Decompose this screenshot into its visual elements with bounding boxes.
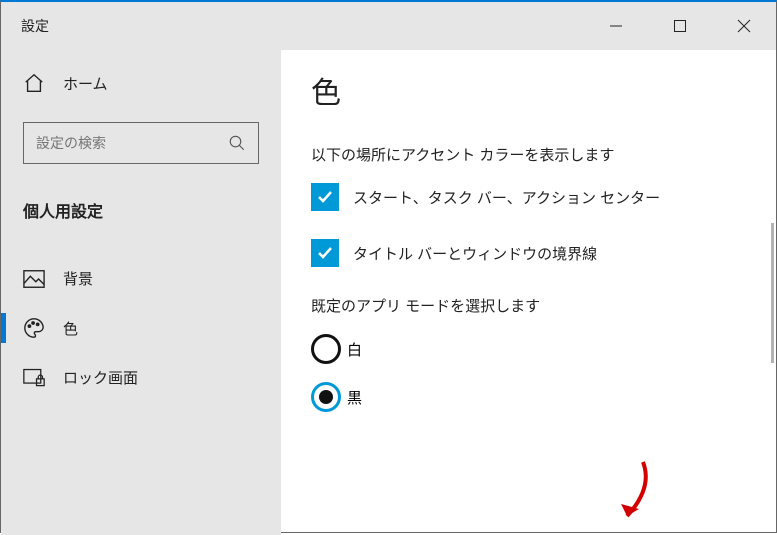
checkbox-label: タイトル バーとウィンドウの境界線 — [353, 243, 597, 264]
lockscreen-icon — [23, 368, 45, 388]
checkbox-icon — [311, 239, 339, 267]
picture-icon — [23, 269, 45, 289]
checkbox-label: スタート、タスク バー、アクション センター — [353, 187, 660, 208]
section-header: 個人用設定 — [1, 184, 281, 236]
page-title: 色 — [311, 68, 746, 112]
window-buttons — [584, 2, 776, 50]
search-input[interactable] — [36, 135, 228, 151]
close-icon — [737, 19, 751, 33]
radio-white[interactable]: 白 — [311, 334, 746, 364]
radio-icon — [311, 382, 341, 412]
titlebar: 設定 — [1, 2, 776, 50]
sidebar-item-lockscreen[interactable]: ロック画面 — [1, 353, 281, 402]
sidebar-item-colors[interactable]: 色 — [1, 303, 281, 353]
scrollbar[interactable] — [771, 223, 774, 363]
minimize-icon — [609, 19, 623, 33]
sidebar-item-label: ロック画面 — [63, 367, 138, 388]
main: 色 以下の場所にアクセント カラーを表示します スタート、タスク バー、アクショ… — [281, 50, 776, 535]
sidebar-item-background[interactable]: 背景 — [1, 254, 281, 303]
nav-list: 背景 色 ロック画面 — [1, 254, 281, 402]
mode-heading: 既定のアプリ モードを選択します — [311, 295, 746, 316]
accent-heading: 以下の場所にアクセント カラーを表示します — [311, 144, 746, 165]
content: ホーム 個人用設定 背景 色 ロック画面 色 以下の場所にアクセント カラーを表… — [1, 50, 776, 535]
annotation-arrow — [621, 458, 661, 528]
radio-label: 白 — [347, 339, 362, 360]
checkbox-start-taskbar[interactable]: スタート、タスク バー、アクション センター — [311, 183, 746, 211]
home-link[interactable]: ホーム — [1, 58, 281, 108]
sidebar-item-label: 背景 — [63, 268, 93, 289]
close-button[interactable] — [712, 2, 776, 50]
checkbox-icon — [311, 183, 339, 211]
radio-label: 黒 — [347, 387, 362, 408]
checkbox-titlebar[interactable]: タイトル バーとウィンドウの境界線 — [311, 239, 746, 267]
radio-black[interactable]: 黒 — [311, 382, 746, 412]
search-box[interactable] — [23, 122, 259, 164]
search-icon — [228, 134, 246, 152]
palette-icon — [23, 317, 45, 339]
maximize-button[interactable] — [648, 2, 712, 50]
minimize-button[interactable] — [584, 2, 648, 50]
maximize-icon — [673, 19, 687, 33]
window-title: 設定 — [21, 16, 49, 36]
home-label: ホーム — [63, 73, 108, 94]
sidebar: ホーム 個人用設定 背景 色 ロック画面 — [1, 50, 281, 535]
sidebar-item-label: 色 — [63, 318, 78, 339]
radio-icon — [311, 334, 341, 364]
home-icon — [23, 72, 45, 94]
